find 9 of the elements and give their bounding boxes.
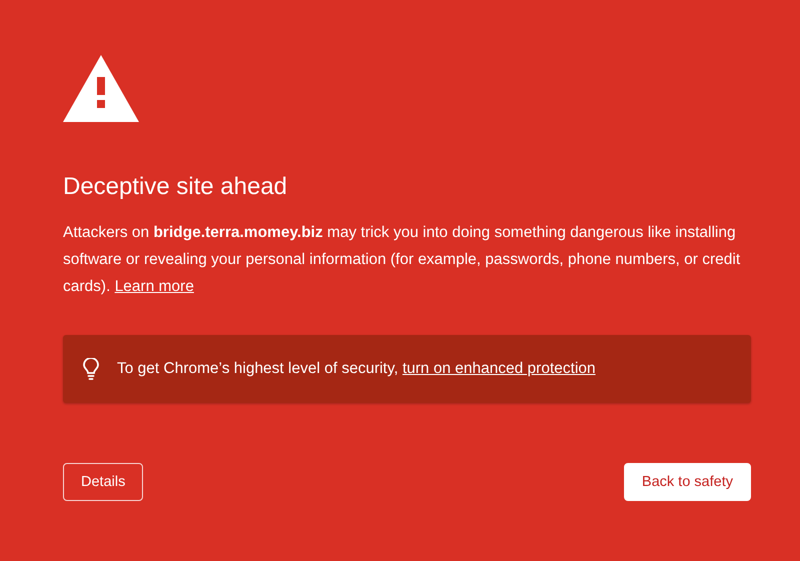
enhanced-protection-link[interactable]: turn on enhanced protection [402,360,596,377]
protection-message: To get Chrome’s highest level of security, turn on enhanced protection [117,360,596,378]
lightbulb-icon [83,358,99,380]
page-title: Deceptive site ahead [63,172,288,202]
warning-icon [63,55,139,122]
warning-message: Attackers on bridge.terra.momey.biz may trick you into doing something dangerous like installing software or revealing your personal information (for example, passwords, phone numbers, or credit cards). Learn more [63,223,742,297]
back-to-safety-button[interactable]: Back to safety [624,463,751,501]
learn-more-link[interactable]: Learn more [114,278,194,295]
details-button[interactable]: Details [63,463,144,501]
